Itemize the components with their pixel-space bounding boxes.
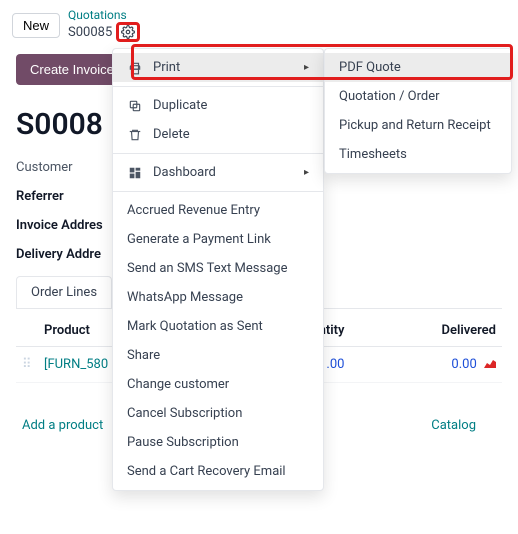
col-delivered[interactable]: Delivered	[350, 315, 502, 347]
field-invoice-address-label: Invoice Addres	[16, 218, 103, 233]
menu-separator	[113, 86, 323, 87]
breadcrumb: Quotations S00085	[68, 8, 140, 42]
delivered-cell[interactable]: 0.00	[451, 357, 476, 372]
field-referrer-label: Referrer	[16, 189, 64, 204]
submenu-timesheets[interactable]: Timesheets	[325, 140, 511, 169]
menu-duplicate-label: Duplicate	[153, 98, 309, 113]
menu-whatsapp[interactable]: WhatsApp Message	[113, 283, 323, 312]
menu-payment-link[interactable]: Generate a Payment Link	[113, 225, 323, 254]
drag-handle-icon[interactable]: ⠿	[16, 347, 38, 383]
submenu-quotation-order[interactable]: Quotation / Order	[325, 82, 511, 111]
tab-order-lines[interactable]: Order Lines	[16, 276, 112, 308]
print-submenu: PDF Quote Quotation / Order Pickup and R…	[324, 48, 512, 174]
menu-mark-sent[interactable]: Mark Quotation as Sent	[113, 312, 323, 341]
actions-gear-button[interactable]	[116, 22, 140, 42]
trash-icon	[127, 128, 143, 142]
add-product-link[interactable]: Add a product	[22, 418, 103, 433]
caret-right-icon: ▸	[304, 62, 309, 73]
gear-icon	[121, 25, 135, 39]
field-customer-label: Customer	[16, 160, 73, 175]
menu-print[interactable]: Print ▸	[113, 53, 323, 82]
menu-delete-label: Delete	[153, 127, 309, 142]
product-cell[interactable]: [FURN_580	[44, 357, 108, 372]
menu-separator	[113, 153, 323, 154]
menu-share[interactable]: Share	[113, 341, 323, 370]
field-delivery-address-label: Delivery Addre	[16, 247, 101, 262]
menu-cancel-subscription[interactable]: Cancel Subscription	[113, 399, 323, 428]
menu-separator	[113, 191, 323, 192]
menu-print-label: Print	[153, 60, 294, 75]
breadcrumb-quotations-link[interactable]: Quotations	[68, 8, 140, 22]
submenu-pickup-return[interactable]: Pickup and Return Receipt	[325, 111, 511, 140]
caret-right-icon: ▸	[304, 167, 309, 178]
menu-accrued-revenue[interactable]: Accrued Revenue Entry	[113, 196, 323, 225]
new-button[interactable]: New	[12, 13, 60, 38]
forecast-icon[interactable]	[484, 357, 496, 372]
catalog-link[interactable]: Catalog	[431, 418, 476, 433]
menu-dashboard[interactable]: Dashboard ▸	[113, 158, 323, 187]
dashboard-icon	[127, 166, 143, 180]
menu-change-customer[interactable]: Change customer	[113, 370, 323, 399]
duplicate-icon	[127, 99, 143, 113]
menu-duplicate[interactable]: Duplicate	[113, 91, 323, 120]
menu-sms[interactable]: Send an SMS Text Message	[113, 254, 323, 283]
submenu-pdf-quote[interactable]: PDF Quote	[325, 53, 511, 82]
menu-dashboard-label: Dashboard	[153, 165, 294, 180]
print-icon	[127, 61, 143, 75]
menu-pause-subscription[interactable]: Pause Subscription	[113, 428, 323, 457]
breadcrumb-current: S00085	[68, 25, 112, 41]
actions-menu: Print ▸ Duplicate Delete Dashboard ▸ Acc…	[112, 48, 324, 491]
menu-cart-recovery[interactable]: Send a Cart Recovery Email	[113, 457, 323, 486]
header: New Quotations S00085	[0, 0, 518, 46]
menu-delete[interactable]: Delete	[113, 120, 323, 149]
